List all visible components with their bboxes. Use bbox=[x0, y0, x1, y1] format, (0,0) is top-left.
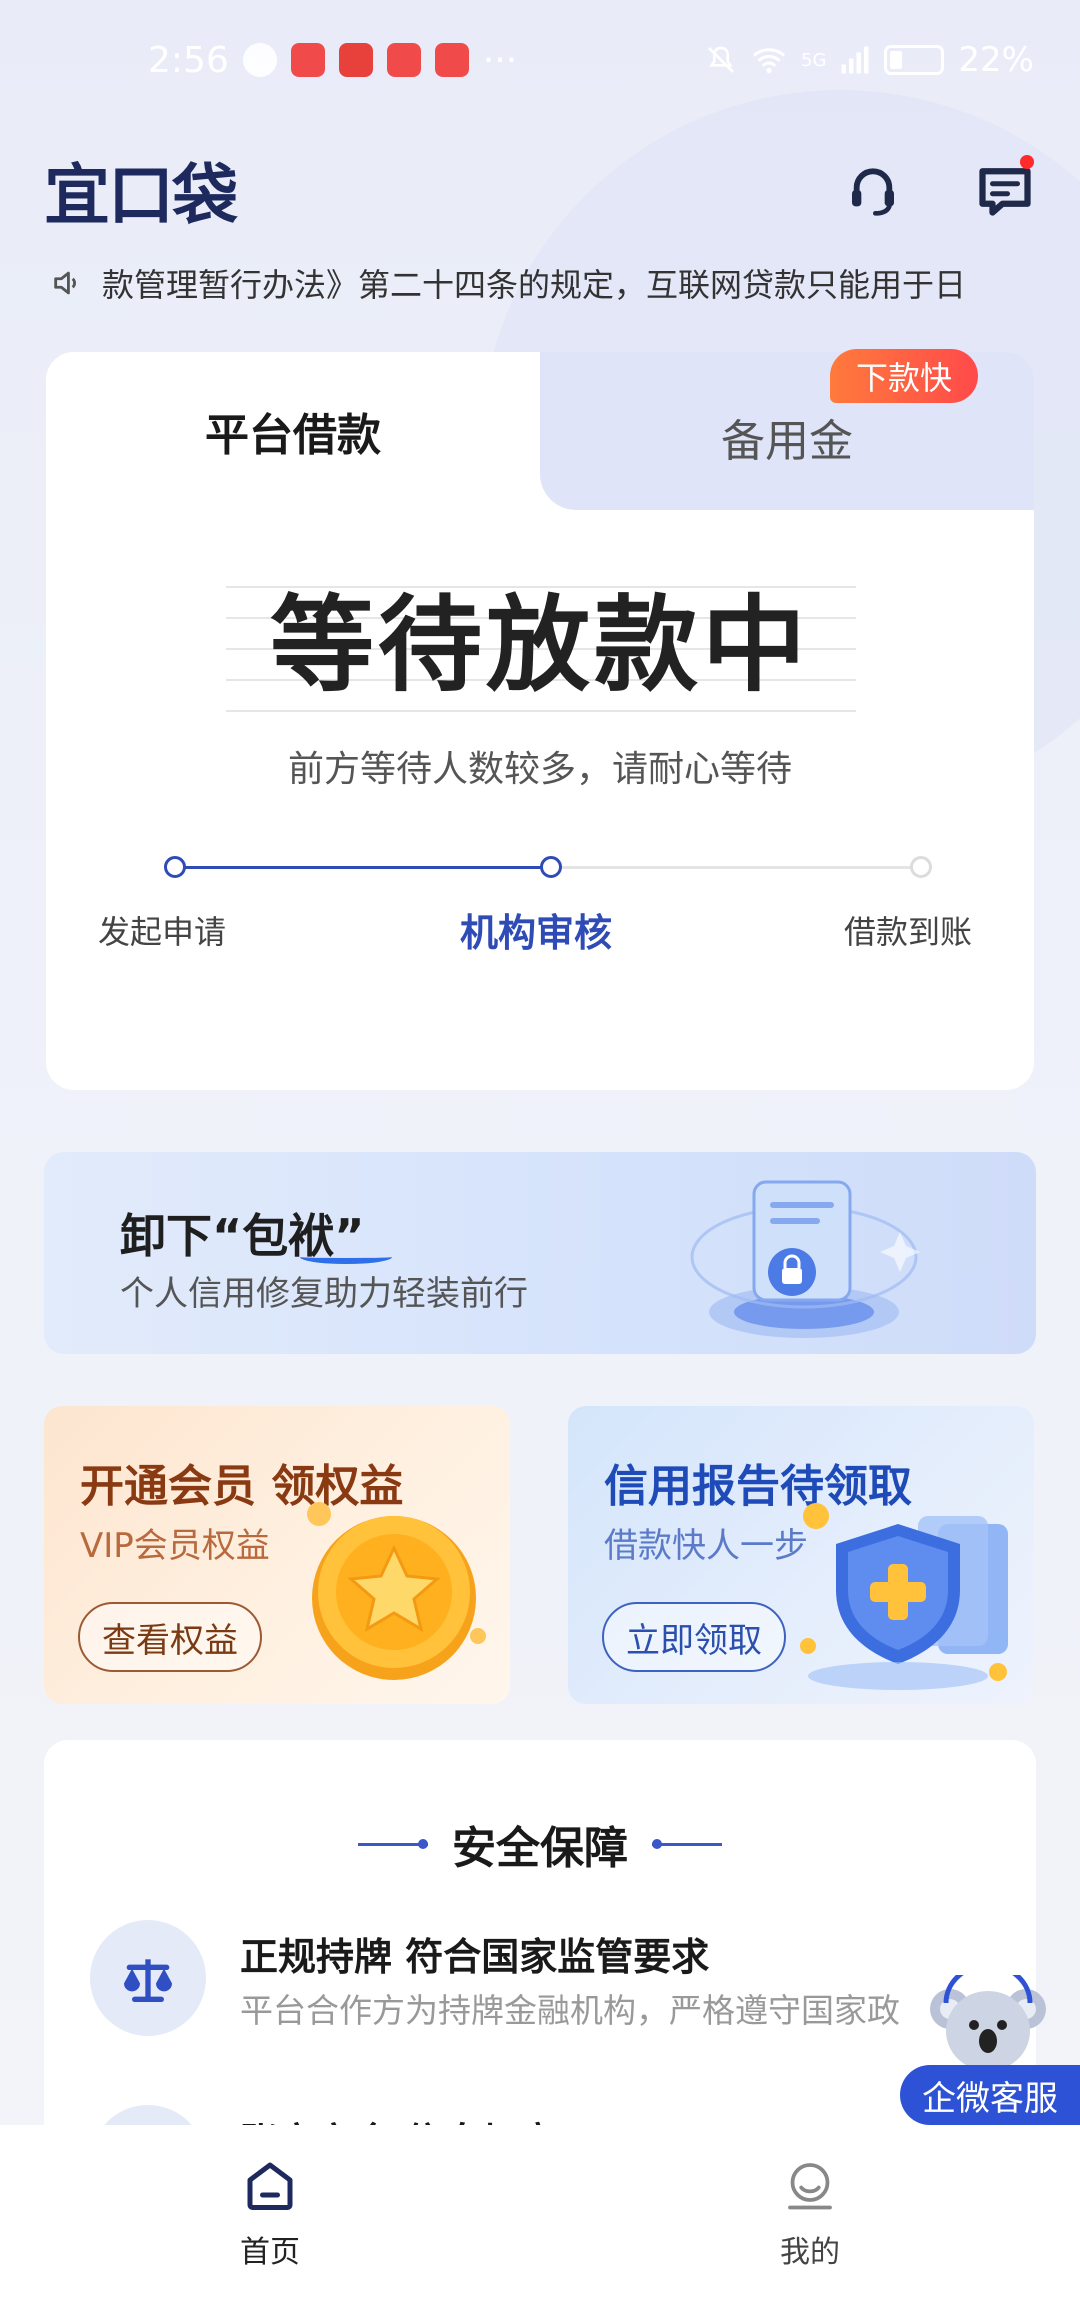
nav-mine-label: 我的 bbox=[780, 2235, 840, 2270]
credit-promo-subtitle: 借款快人一步 bbox=[604, 1526, 808, 1566]
notice-marquee[interactable]: 款管理暂行办法》第二十四条的规定，互联网贷款只能用于日 bbox=[50, 258, 1040, 308]
message-icon bbox=[979, 168, 1031, 216]
red-app-icon-2 bbox=[386, 43, 421, 77]
battery-icon bbox=[884, 45, 945, 75]
progress-line-done bbox=[174, 866, 550, 869]
battery-percent: 22% bbox=[958, 40, 1034, 80]
bottom-navigation: 首页 我的 bbox=[0, 2125, 1080, 2310]
document-lock-icon bbox=[690, 1180, 920, 1338]
wecom-service-float[interactable]: 企微客服 bbox=[900, 1975, 1080, 2125]
step-dot-arrive bbox=[910, 856, 932, 878]
loan-status-card: 平台借款 备用金 等待放款中 前方等待人数较多，请耐心等待 发起申请 机构审核 … bbox=[46, 352, 1034, 1090]
shield-plus-icon bbox=[800, 1503, 1008, 1690]
security-item-title: 正规持牌 符合国家监管要求 bbox=[240, 1935, 710, 1979]
huawei-store-icon bbox=[338, 43, 373, 77]
header-actions bbox=[842, 155, 1036, 221]
app-header: 宜口袋 bbox=[44, 150, 1036, 234]
credit-report-promo-card[interactable]: 信用报告待领取 借款快人一步 立即领取 bbox=[568, 1406, 1034, 1704]
credit-repair-banner[interactable]: 卸下“包袱” 个人信用修复助力轻装前行 bbox=[44, 1152, 1036, 1354]
progress-tracker bbox=[164, 856, 932, 880]
unread-dot bbox=[1020, 155, 1034, 169]
notice-text: 款管理暂行办法》第二十四条的规定，互联网贷款只能用于日 bbox=[102, 266, 967, 304]
tab-reserve-fund-label: 备用金 bbox=[721, 416, 853, 467]
status-time: 2:56 bbox=[148, 39, 229, 81]
headset-icon bbox=[852, 168, 894, 216]
network-type: 5G bbox=[801, 49, 827, 71]
fast-loan-badge: 下款快 bbox=[830, 349, 979, 403]
claim-now-button[interactable]: 立即领取 bbox=[602, 1602, 786, 1672]
app-logo: 宜口袋 bbox=[44, 157, 238, 234]
banner-subtitle: 个人信用修复助力轻装前行 bbox=[120, 1274, 528, 1314]
step-dot-review bbox=[540, 856, 562, 878]
title-decoration-left bbox=[358, 1838, 428, 1849]
more-notifications: ··· bbox=[482, 39, 518, 81]
app-screen: 2:56 ··· 5G 22% 宜口袋 款管理暂行办法》第二十四条的规定，互联网… bbox=[0, 0, 1080, 2310]
mute-icon bbox=[708, 46, 734, 73]
step-dot-apply bbox=[164, 856, 186, 878]
nav-home-label: 首页 bbox=[240, 2235, 300, 2270]
security-item: 正规持牌 符合国家监管要求 平台合作方为持牌金融机构，严格遵守国家政 bbox=[90, 1920, 990, 2040]
nav-home[interactable]: 首页 bbox=[190, 2155, 350, 2271]
security-title: 安全保障 bbox=[452, 1823, 628, 1874]
nav-mine[interactable]: 我的 bbox=[730, 2155, 890, 2271]
title-decoration-right bbox=[652, 1838, 722, 1849]
status-bar: 2:56 ··· 5G 22% bbox=[0, 0, 1080, 120]
wifi-icon bbox=[753, 48, 786, 74]
status-right: 5G 22% bbox=[705, 40, 1034, 80]
signal-icon bbox=[841, 46, 869, 74]
vip-promo-card[interactable]: 开通会员 领权益 VIP会员权益 查看权益 bbox=[44, 1406, 510, 1704]
scale-icon bbox=[90, 1920, 206, 2036]
wechat-icon bbox=[242, 43, 277, 77]
red-app-icon bbox=[290, 43, 325, 77]
message-button[interactable] bbox=[974, 155, 1036, 221]
security-item-desc: 平台合作方为持牌金融机构，严格遵守国家政 bbox=[240, 1991, 900, 2030]
loan-status-subtitle: 前方等待人数较多，请耐心等待 bbox=[287, 749, 792, 790]
tab-platform-loan[interactable]: 平台借款 bbox=[46, 352, 540, 510]
progress-line-todo bbox=[550, 866, 920, 869]
loan-status-title: 等待放款中 bbox=[269, 584, 810, 706]
vip-promo-subtitle: VIP会员权益 bbox=[80, 1526, 270, 1566]
step-label-apply: 发起申请 bbox=[98, 913, 227, 951]
view-benefits-button[interactable]: 查看权益 bbox=[78, 1602, 262, 1672]
security-section: 安全保障 正规持牌 符合国家监管要求 平台合作方为持牌金融机构，严格遵守国家政 … bbox=[44, 1740, 1036, 2160]
banner-underline bbox=[300, 1250, 392, 1264]
wecom-service-label: 企微客服 bbox=[900, 2065, 1080, 2125]
step-label-arrive: 借款到账 bbox=[844, 913, 973, 951]
status-left: 2:56 ··· bbox=[148, 40, 517, 81]
step-label-review: 机构审核 bbox=[460, 911, 613, 955]
speaker-icon bbox=[54, 271, 76, 295]
customer-service-button[interactable] bbox=[842, 159, 904, 221]
home-icon bbox=[247, 2162, 293, 2210]
tab-platform-loan-label: 平台借款 bbox=[205, 410, 381, 461]
security-header: 安全保障 bbox=[44, 1812, 1036, 1876]
profile-icon bbox=[788, 2163, 832, 2210]
star-coin-icon bbox=[307, 1502, 486, 1680]
red-app-icon-3 bbox=[434, 43, 469, 77]
